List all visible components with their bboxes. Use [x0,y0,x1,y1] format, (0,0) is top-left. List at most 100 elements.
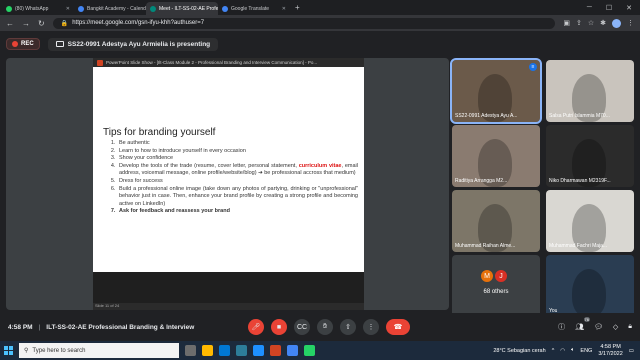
tab-favicon-icon [150,5,156,12]
profile-avatar[interactable] [612,18,621,28]
lock-icon: 🔒 [60,20,69,27]
captions-button[interactable]: CC [294,319,310,335]
slide-bullet-list: Be authenticLearn to how to introduce yo… [103,140,358,216]
url-field[interactable]: 🔒 https://meet.google.com/gsn-ifyu-khh?a… [52,17,556,29]
slide-bullet-text: Learn to how to introduce yourself in ev… [119,147,246,154]
side-panel-buttons: ⓘ 👥︎ 76 💬︎ ◇ 🔒︎ [558,317,632,332]
browser-tab[interactable]: Google Translate ✕ [218,2,290,15]
tab-label: Meet - ILT-SS-02-AE Profes [159,5,218,12]
meeting-name: ILT-SS-02-AE Professional Branding & Int… [46,323,195,331]
tab-close-icon[interactable]: ✕ [282,6,286,12]
tab-label: Bangkit Academy - Calendar - M [87,5,146,12]
share-icon[interactable]: ⇪ [576,19,582,28]
activities-icon[interactable]: ◇ [613,323,618,331]
close-window-icon[interactable]: ✕ [626,4,632,12]
captions-icon: CC [296,323,308,331]
tab-favicon-icon [78,5,84,12]
edge-icon[interactable] [219,345,230,356]
tab-label: Google Translate [231,5,270,12]
participant-tile[interactable]: Muhammad Raihan Alme... [452,190,540,252]
vscode-icon[interactable] [253,345,264,356]
present-button[interactable]: ⇧ [340,319,356,335]
weather-text[interactable]: 28°C Sebagian cerah [493,348,545,354]
minimize-icon[interactable]: ─ [587,4,592,12]
task-view-icon[interactable] [185,345,196,356]
browser-tab[interactable]: Bangkit Academy - Calendar - M✕ [74,2,146,15]
meeting-info: 4:58 PM | ILT-SS-02-AE Professional Bran… [8,324,248,331]
browser-tab[interactable]: (80) WhatsApp ✕ [2,2,74,15]
back-icon[interactable]: ← [6,19,14,28]
slide-bullet: Be authentic [117,140,358,148]
camera-button[interactable]: ■ [271,319,287,335]
participant-tile[interactable]: Raditiya Arrangga M2... [452,125,540,187]
mic-button[interactable]: 🎤︎ [248,319,264,335]
taskbar-search[interactable]: ⚲ Type here to search [19,343,179,358]
tab-close-icon[interactable]: ✕ [66,6,70,12]
info-icon[interactable]: ⓘ [558,322,565,332]
slide-bullet: Develop the tools of the trade (resume, … [117,163,358,178]
speaking-indicator-icon: ≡ [529,63,537,71]
participant-name: Raditiya Arrangga M2... [455,178,508,184]
star-icon[interactable]: ☆ [588,19,594,28]
shared-screen: PowerPoint Slide Show - [Ilt-Class Modul… [93,58,364,310]
tab-favicon-icon [6,5,12,12]
host-controls-icon[interactable]: 🔒︎ [628,323,632,331]
store-icon[interactable] [236,345,247,356]
new-tab-button[interactable]: + [290,3,305,12]
slide-title: Tips for branding yourself [103,127,216,138]
clock-date: 3/17/2022 [598,350,623,357]
more-options-button[interactable]: ⋮ [363,319,379,335]
slide-bullet-text: Be authentic [119,140,150,146]
windows-start-icon[interactable] [4,346,13,355]
system-tray: 28°C Sebagian cerah ^ ◠ 🔈︎ ENG 4:58 PM 3… [493,344,640,357]
file-explorer-icon[interactable] [202,345,213,356]
slide-status-text: Slide 11 of 24 [95,303,120,308]
mic-off-icon: 🎤︎ [251,324,261,331]
separator: | [38,323,41,331]
more-icon: ⋮ [367,324,375,331]
others-tile[interactable]: M J 68 others [452,255,540,317]
browser-tab[interactable]: Meet - ILT-SS-02-AE Profes✕ [146,2,218,15]
whatsapp-icon[interactable] [304,345,315,356]
volume-icon[interactable]: 🔈︎ [571,347,574,354]
tab-label: (80) WhatsApp [15,5,49,12]
wifi-icon[interactable]: ◠ [560,348,565,354]
meet-header: REC SS22-0991 Adestya Ayu Armielia is pr… [0,31,640,57]
people-icon[interactable]: 👥︎ 76 [575,317,590,331]
raise-hand-button[interactable]: ✋︎ [317,319,333,335]
rec-label: REC [21,41,34,47]
extension-area: ▣ ⇪ ☆ ✱ ⋮ [563,18,634,28]
slide-bullet-text: Show your confidence [119,155,174,162]
chat-icon[interactable]: 💬︎ [594,323,603,331]
chrome-icon[interactable] [287,345,298,356]
leave-call-button[interactable]: ☎︎ [386,319,410,335]
recording-badge[interactable]: REC [6,38,40,50]
search-icon: ⚲ [24,348,29,354]
windows-taskbar: ⚲ Type here to search 28°C Sebagian cera… [0,341,640,360]
maximize-icon[interactable]: ☐ [606,4,612,12]
participant-name: Muhammad Fachri Maja... [549,243,608,249]
record-dot-icon [12,41,18,47]
present-screen-icon [55,41,64,47]
tab-favicon-icon [222,5,228,12]
participant-tile[interactable]: Niko Dharmawan M2319F... [546,125,634,187]
ppt-window-titlebar: PowerPoint Slide Show - [Ilt-Class Modul… [93,58,364,67]
tray-chevron-icon[interactable]: ^ [552,348,555,354]
clock[interactable]: 4:58 PM 3/17/2022 [598,344,622,357]
powerpoint-taskbar-icon[interactable] [270,345,281,356]
slide-bullet: Show your confidence [117,155,358,163]
slide: Tips for branding yourself Be authenticL… [93,67,364,272]
participant-tile[interactable]: Muhammad Fachri Maja... [546,190,634,252]
notification-icon[interactable]: ▭ [629,348,634,354]
present-icon: ⇧ [345,324,351,331]
reload-icon[interactable]: ↻ [38,19,45,28]
participant-tile[interactable]: Salsa Putri Islammia M70... [546,60,634,122]
avatar: M [480,269,494,283]
camera-icon[interactable]: ▣ [563,19,570,28]
extensions-icon[interactable]: ✱ [600,19,606,28]
participant-tile[interactable]: You [546,255,634,317]
participant-tile[interactable]: ≡ SS22-0991 Adestya Ayu A... [450,58,542,124]
forward-icon[interactable]: → [22,19,30,28]
language-indicator[interactable]: ENG [580,348,592,354]
menu-icon[interactable]: ⋮ [627,19,634,28]
